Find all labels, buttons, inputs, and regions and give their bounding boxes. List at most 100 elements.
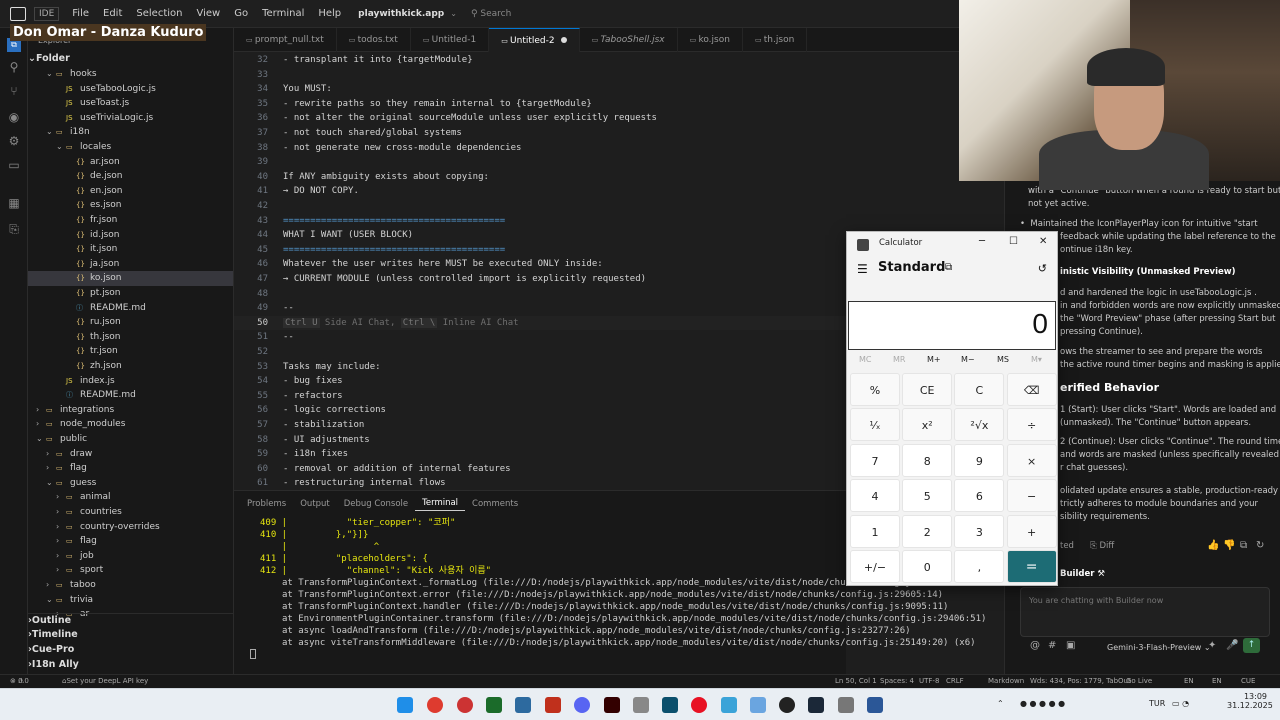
calc-key[interactable]: −	[1006, 479, 1057, 513]
calc-key[interactable]: +/−	[850, 550, 900, 583]
tree-folder[interactable]: › ▭ draw	[28, 447, 233, 462]
tree-file[interactable]: JS useToast.js	[28, 96, 233, 111]
code-line[interactable]: 53 Tasks may include:	[234, 360, 846, 375]
hamburger-menu-icon[interactable]: ☰	[857, 262, 868, 276]
encoding[interactable]: UTF-8	[919, 675, 939, 688]
unsaved-dot-icon[interactable]	[560, 37, 567, 43]
deepl-status[interactable]: ⌂ Set your DeepL API key	[62, 675, 148, 688]
tree-file[interactable]: JS useTriviaLogic.js	[28, 111, 233, 126]
run-debug-icon[interactable]: ◉	[7, 110, 21, 124]
filezilla-icon[interactable]	[545, 697, 561, 713]
editor-tab[interactable]: ▭ ko.json	[678, 28, 743, 52]
tree-folder[interactable]: › ▭ integrations	[28, 403, 233, 418]
obs-icon[interactable]	[779, 697, 795, 713]
calc-key[interactable]: 9	[954, 443, 1005, 477]
code-line[interactable]: 56 - logic corrections	[234, 403, 846, 418]
tool-icon[interactable]	[838, 697, 854, 713]
code-line[interactable]: 38 - not generate new cross-module depend…	[234, 141, 846, 156]
panel-tab[interactable]: Terminal	[415, 498, 466, 511]
mic-icon[interactable]: 🎤	[1226, 640, 1238, 651]
memory-button[interactable]: M▾	[1031, 355, 1042, 364]
calc-key[interactable]: ¹⁄ₓ	[850, 408, 900, 442]
media-icon[interactable]	[691, 697, 707, 713]
tree-file[interactable]: {} ko.json	[28, 271, 233, 286]
tree-folder[interactable]: › ▭ node_modules	[28, 417, 233, 432]
code-line[interactable]: 58 - UI adjustments	[234, 433, 846, 448]
code-line[interactable]: 51 --	[234, 330, 846, 345]
terminal-icon[interactable]	[486, 697, 502, 713]
calc-key[interactable]: ²√x	[954, 408, 1005, 442]
tree-folder[interactable]: › ▭ job	[28, 549, 233, 564]
tree-file[interactable]: {} zh.json	[28, 359, 233, 374]
code-line[interactable]: 55 - refactors	[234, 389, 846, 404]
editor-tab[interactable]: ▭ Untitled-2	[489, 28, 580, 52]
menu-selection[interactable]: Selection	[129, 8, 189, 19]
calc-key[interactable]: =	[1006, 550, 1057, 583]
calc-key[interactable]: 6	[954, 479, 1005, 513]
code-line[interactable]: 61 - restructuring internal flows	[234, 476, 846, 490]
network-volume-icons[interactable]: ▭ ◔	[1172, 699, 1189, 708]
search-icon[interactable]: ⚲	[7, 60, 21, 74]
calc-key[interactable]: 5	[902, 479, 953, 513]
tree-folder[interactable]: ⌄ ▭ locales	[28, 140, 233, 155]
tree-folder[interactable]: › ▭ country-overrides	[28, 520, 233, 535]
code-line[interactable]: 54 - bug fixes	[234, 374, 846, 389]
clock[interactable]: 13:09 31.12.2025	[1227, 692, 1273, 710]
send-button[interactable]: ↑	[1243, 638, 1260, 653]
sparkle-icon[interactable]: ✦	[1208, 640, 1216, 651]
code-editor[interactable]: 32- transplant it into {targetModule} 33 3…	[234, 52, 846, 490]
workspace-folder[interactable]: ⌄Folder	[28, 52, 233, 67]
code-line[interactable]: 32 - transplant it into {targetModule}	[234, 53, 846, 68]
keep-on-top-icon[interactable]: ⧉	[945, 262, 952, 273]
calculator-taskbar-icon[interactable]	[867, 697, 883, 713]
calc-key[interactable]: +	[1006, 514, 1057, 548]
code-line[interactable]: 41 → DO NOT COPY.	[234, 184, 846, 199]
cue-status[interactable]: CUE	[1241, 675, 1255, 688]
tree-file[interactable]: {} en.json	[28, 184, 233, 199]
memory-button[interactable]: M−	[961, 355, 975, 364]
tree-folder[interactable]: ⌄ ▭ trivia	[28, 593, 233, 608]
section-cue-pro[interactable]: ›Cue-Pro	[28, 643, 233, 658]
tree-file[interactable]: {} ru.json	[28, 315, 233, 330]
copy-icon[interactable]: ⧉	[1240, 540, 1247, 551]
menu-file[interactable]: File	[65, 8, 96, 19]
menu-terminal[interactable]: Terminal	[255, 8, 311, 19]
tree-file[interactable]: {} it.json	[28, 242, 233, 257]
tree-folder[interactable]: › ▭ taboo	[28, 578, 233, 593]
language-en[interactable]: EN	[1184, 675, 1194, 688]
tree-icon[interactable]	[515, 697, 531, 713]
tree-folder[interactable]: › ▭ flag	[28, 534, 233, 549]
code-line[interactable]: 50 Ctrl U Side AI Chat, Ctrl \ Inline AI …	[234, 315, 846, 331]
calc-key[interactable]: 8	[902, 443, 953, 477]
panel-tab[interactable]: Comments	[465, 499, 525, 509]
chevron-down-icon[interactable]: ⌄	[450, 9, 457, 18]
memory-button[interactable]: MR	[893, 355, 905, 364]
calc-key[interactable]: 7	[850, 443, 900, 477]
editor-tab[interactable]: ▭ prompt_null.txt	[234, 28, 337, 52]
diff-button[interactable]: ⎘ Diff	[1090, 540, 1114, 553]
tree-file[interactable]: {} fr.json	[28, 213, 233, 228]
go-live-button[interactable]: Go Live	[1126, 675, 1152, 688]
code-line[interactable]: 35 - rewrite paths so they remain interna…	[234, 97, 846, 112]
photoshop-icon[interactable]	[662, 697, 678, 713]
tree-file[interactable]: JS useTabooLogic.js	[28, 82, 233, 97]
editor-tab[interactable]: ▭ todos.txt	[337, 28, 411, 52]
code-line[interactable]: 48	[234, 287, 846, 302]
calc-key[interactable]: 4	[850, 479, 900, 513]
tree-file[interactable]: {} de.json	[28, 169, 233, 184]
code-line[interactable]: 42	[234, 199, 846, 214]
tree-file[interactable]: {} pt.json	[28, 286, 233, 301]
tree-folder[interactable]: ⌄ ▭ guess	[28, 476, 233, 491]
tray-icons[interactable]: ● ● ● ● ●	[1020, 699, 1065, 708]
calc-key[interactable]: 1	[850, 514, 900, 548]
refresh-icon[interactable]: ↻	[1256, 540, 1264, 551]
memory-button[interactable]: MS	[997, 355, 1009, 364]
code-line[interactable]: 47 → CURRENT MODULE (unless controlled im…	[234, 272, 846, 287]
calc-key[interactable]: 0	[902, 550, 953, 583]
discord-icon[interactable]	[574, 697, 590, 713]
editor-tab[interactable]: ▭ Untitled-1	[411, 28, 490, 52]
problems-count[interactable]: ⊗ 0 ⚠ 0	[10, 675, 29, 688]
tree-folder[interactable]: › ▭ sport	[28, 563, 233, 578]
language-en-2[interactable]: EN	[1212, 675, 1222, 688]
code-line[interactable]: 37 - not touch shared/global systems	[234, 126, 846, 141]
